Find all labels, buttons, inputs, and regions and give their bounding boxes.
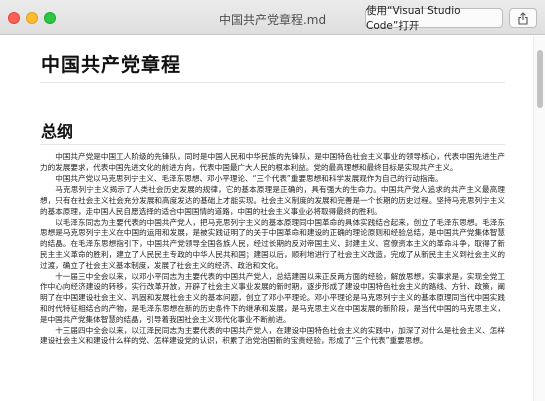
paragraph: 十一届三中全会以来，以邓小平同志为主要代表的中国共产党人，总结建国以来正反两方面… [40, 271, 505, 324]
maximize-window-button[interactable] [44, 12, 56, 24]
section-divider [40, 144, 505, 145]
heading-divider [40, 82, 505, 83]
paragraph: 中国共产党以马克思列宁主义、毛泽东思想、邓小平理论、“三个代表”重要思想和科学发… [55, 173, 443, 183]
share-button[interactable] [509, 8, 537, 28]
document-title: 中国共产党章程 [41, 54, 182, 76]
title-bar: 中国共产党章程.md 使用“Visual Studio Code”打开 [0, 0, 545, 35]
scrollbar-thumb[interactable] [537, 50, 543, 108]
share-icon [518, 11, 528, 25]
document-body: 中国共产党是中国工人阶级的先锋队，同时是中国人民和中华民族的先锋队，是中国特色社… [40, 152, 505, 348]
section-heading: 总纲 [41, 122, 74, 141]
paragraph: 以毛泽东同志为主要代表的中国共产党人，把马克思列宁主义的基本原理同中国革命的具体… [40, 217, 505, 270]
vertical-scrollbar[interactable] [533, 36, 545, 401]
preview-window: 中国共产党章程.md 使用“Visual Studio Code”打开 中国共产… [0, 0, 545, 401]
paragraph: 十三届四中全会以来，以江泽民同志为主要代表的中国共产党人，在建设中国特色社会主义… [40, 325, 505, 346]
minimize-window-button[interactable] [26, 12, 38, 24]
paragraph: 中国共产党是中国工人阶级的先锋队，同时是中国人民和中华民族的先锋队，是中国特色社… [40, 152, 505, 172]
open-with-label: 使用“Visual Studio Code”打开 [366, 5, 461, 32]
document-content[interactable]: 中国共产党章程 总纲 中国共产党是中国工人阶级的先锋队，同时是中国人民和中华民族… [0, 36, 533, 401]
close-window-button[interactable] [8, 12, 20, 24]
open-with-vscode-button[interactable]: 使用“Visual Studio Code”打开 [365, 5, 503, 32]
window-title: 中国共产党章程.md [218, 13, 327, 27]
paragraph: 马克思列宁主义揭示了人类社会历史发展的规律，它的基本原理是正确的，具有强大的生命… [40, 185, 505, 216]
